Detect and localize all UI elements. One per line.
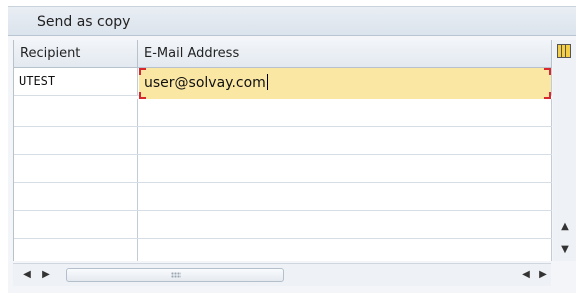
- arrow-left-icon[interactable]: ◀: [519, 268, 533, 282]
- table-row[interactable]: [14, 239, 552, 261]
- recipient-cell[interactable]: UTEST: [14, 68, 138, 95]
- email-cell[interactable]: [138, 127, 552, 154]
- panel-title-bar: Send as copy: [8, 6, 576, 36]
- arrow-left-icon[interactable]: ◀: [20, 268, 34, 282]
- recipient-table: Recipient E-Mail Address UTEST user@solv…: [13, 40, 552, 261]
- recipient-cell[interactable]: [14, 155, 138, 182]
- recipient-cell[interactable]: [14, 183, 138, 210]
- column-header-email[interactable]: E-Mail Address: [138, 40, 552, 68]
- table-row[interactable]: [14, 99, 552, 127]
- table-row[interactable]: [14, 127, 552, 155]
- table-row[interactable]: [14, 211, 552, 239]
- panel-title: Send as copy: [37, 14, 131, 30]
- arrow-right-icon[interactable]: ▶: [536, 268, 550, 282]
- table-layout-icon[interactable]: [557, 44, 571, 58]
- email-cell[interactable]: [138, 239, 552, 261]
- arrow-right-icon[interactable]: ▶: [39, 268, 53, 282]
- recipient-value: UTEST: [19, 74, 56, 88]
- recipient-cell[interactable]: [14, 99, 138, 126]
- grip-icon: [171, 272, 181, 278]
- scrollbar-thumb[interactable]: [66, 268, 284, 282]
- recipient-cell[interactable]: [14, 127, 138, 154]
- email-cell[interactable]: [138, 155, 552, 182]
- text-cursor: [266, 74, 268, 90]
- column-header-recipient[interactable]: Recipient: [14, 40, 138, 68]
- vertical-scrollbar[interactable]: ▲ ▼: [553, 40, 576, 261]
- email-input[interactable]: user@solvay.com: [139, 68, 551, 99]
- recipient-cell[interactable]: [14, 239, 138, 261]
- arrow-up-icon[interactable]: ▲: [558, 220, 572, 234]
- table-row[interactable]: [14, 155, 552, 183]
- horizontal-scrollbar[interactable]: ◀ ▶ ◀ ▶: [13, 263, 551, 286]
- email-value: user@solvay.com: [144, 75, 266, 91]
- arrow-down-icon[interactable]: ▼: [558, 243, 572, 257]
- required-marker: [139, 68, 146, 75]
- table-row[interactable]: [14, 183, 552, 211]
- required-marker: [544, 92, 551, 99]
- required-marker: [139, 92, 146, 99]
- email-cell[interactable]: [138, 99, 552, 126]
- email-cell[interactable]: [138, 211, 552, 238]
- recipient-cell[interactable]: [14, 211, 138, 238]
- email-cell[interactable]: [138, 183, 552, 210]
- required-marker: [544, 68, 551, 75]
